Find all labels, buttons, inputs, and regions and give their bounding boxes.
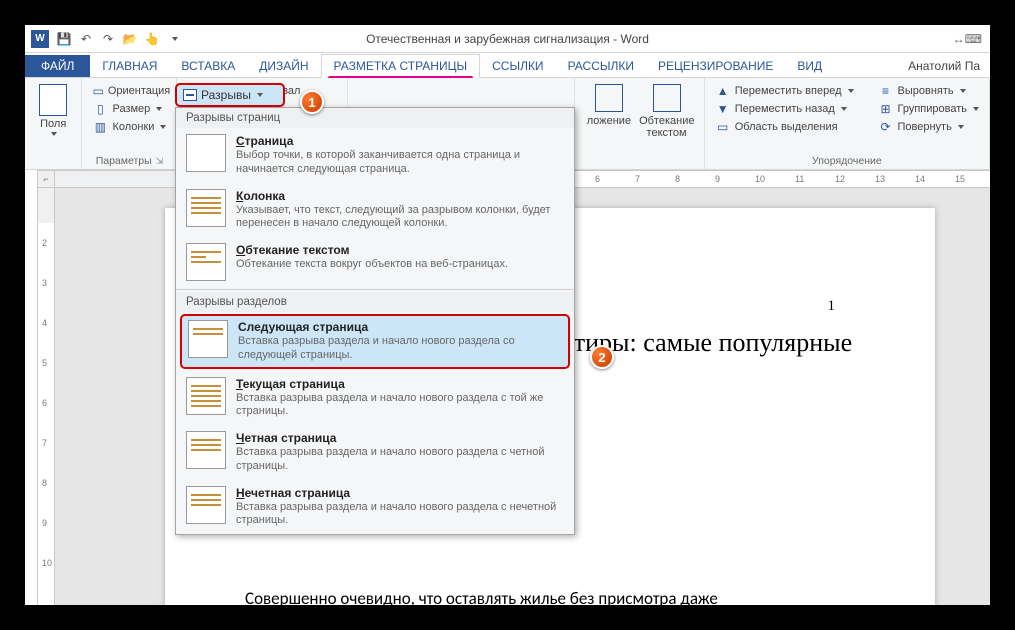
breaks-icon <box>183 89 197 101</box>
selection-pane-icon: ▭ <box>715 119 731 135</box>
group-icon: ⊞ <box>878 101 894 117</box>
send-backward-icon: ▼ <box>715 101 731 117</box>
tab-home[interactable]: ГЛАВНАЯ <box>90 55 169 77</box>
size-icon: ▯ <box>92 101 108 117</box>
selection-pane-button[interactable]: ▭Область выделения <box>713 118 856 136</box>
next-page-icon <box>188 320 228 358</box>
column-break-icon <box>186 189 226 227</box>
continuous-icon <box>186 377 226 415</box>
margins-icon <box>39 84 67 116</box>
dd-item-odd-page[interactable]: Нечетная страницаВставка разрыва раздела… <box>176 480 574 535</box>
open-icon[interactable]: 📂 <box>121 30 139 48</box>
tab-review[interactable]: РЕЦЕНЗИРОВАНИЕ <box>646 55 785 77</box>
align-button[interactable]: ≡Выровнять <box>876 82 982 100</box>
callout-2: 2 <box>590 345 614 369</box>
wrap-text-button[interactable]: Обтекание текстом <box>639 115 694 139</box>
tab-mailings[interactable]: РАССЫЛКИ <box>556 55 646 77</box>
orientation-icon: ▭ <box>92 83 103 99</box>
word-icon: W <box>31 30 49 48</box>
dd-item-textwrap[interactable]: Обтекание текстомОбтекание текста вокруг… <box>176 237 574 287</box>
breaks-label: Разрывы <box>201 88 251 102</box>
bring-forward-button[interactable]: ▲Переместить вперед <box>713 82 856 100</box>
textwrap-break-icon <box>186 243 226 281</box>
page-number: 1 <box>828 298 836 315</box>
body-text: Совершенно очевидно, что оставлять жилье… <box>245 588 855 605</box>
columns-icon: ▥ <box>92 119 108 135</box>
username[interactable]: Анатолий Па <box>898 55 990 77</box>
quick-access-toolbar: 💾 ↶ ↷ 📂 👆 <box>55 30 183 48</box>
odd-page-icon <box>186 486 226 524</box>
size-button[interactable]: ▯Размер <box>90 100 168 118</box>
tab-page-layout[interactable]: РАЗМЕТКА СТРАНИЦЫ <box>321 54 481 78</box>
margins-button[interactable]: Поля <box>33 82 73 138</box>
margins-label: Поля <box>40 118 66 130</box>
page-setup-group-label: Параметры <box>96 155 152 167</box>
redo-icon[interactable]: ↷ <box>99 30 117 48</box>
tab-design[interactable]: ДИЗАЙН <box>247 55 320 77</box>
titlebar: W 💾 ↶ ↷ 📂 👆 Отечественная и зарубежная с… <box>25 25 990 53</box>
keyboard-shortcut-icon: ↔⌨ <box>953 32 982 46</box>
dialog-launcher-icon[interactable]: ⇲ <box>156 156 164 166</box>
chevron-down-icon <box>257 93 263 97</box>
wrap-text-icon <box>653 84 681 112</box>
vertical-ruler[interactable]: 2345678910 <box>37 188 55 605</box>
breaks-dropdown: Разрывы страниц ССтраницатраницаВыбор то… <box>175 107 575 535</box>
save-icon[interactable]: 💾 <box>55 30 73 48</box>
qat-more-icon[interactable] <box>165 30 183 48</box>
bring-forward-icon: ▲ <box>715 83 731 99</box>
dd-section-page-breaks: Разрывы страниц <box>176 108 574 128</box>
rotate-button[interactable]: ⟳Повернуть <box>876 118 982 136</box>
even-page-icon <box>186 431 226 469</box>
columns-button[interactable]: ▥Колонки <box>90 118 168 136</box>
dd-item-even-page[interactable]: Четная страницаВставка разрыва раздела и… <box>176 425 574 480</box>
tab-references[interactable]: ССЫЛКИ <box>480 55 555 77</box>
position-icon <box>595 84 623 112</box>
tab-file[interactable]: ФАЙЛ <box>25 55 90 77</box>
dd-section-section-breaks: Разрывы разделов <box>176 292 574 312</box>
group-button[interactable]: ⊞Группировать <box>876 100 982 118</box>
orientation-button[interactable]: ▭Ориентация <box>90 82 168 100</box>
page-break-icon <box>186 134 226 172</box>
breaks-button[interactable]: Разрывы <box>175 83 285 107</box>
position-button[interactable]: ложение <box>587 115 631 127</box>
tab-view[interactable]: ВИД <box>785 55 834 77</box>
ribbon-tabs: ФАЙЛ ГЛАВНАЯ ВСТАВКА ДИЗАЙН РАЗМЕТКА СТР… <box>25 53 990 78</box>
undo-icon[interactable]: ↶ <box>77 30 95 48</box>
rotate-icon: ⟳ <box>878 119 894 135</box>
dd-item-column[interactable]: КолонкаУказывает, что текст, следующий з… <box>176 183 574 238</box>
dd-item-page[interactable]: ССтраницатраницаВыбор точки, в которой з… <box>176 128 574 183</box>
send-backward-button[interactable]: ▼Переместить назад <box>713 100 856 118</box>
callout-1: 1 <box>300 90 324 114</box>
ruler-corner: ⌐ <box>37 170 55 188</box>
dd-item-next-page[interactable]: Следующая страницаВставка разрыва раздел… <box>180 314 570 369</box>
dd-item-continuous[interactable]: Текущая страницаВставка разрыва раздела … <box>176 371 574 426</box>
arrange-group-label: Упорядочение <box>713 153 981 167</box>
align-icon: ≡ <box>878 83 894 99</box>
tab-insert[interactable]: ВСТАВКА <box>169 55 247 77</box>
touch-icon[interactable]: 👆 <box>143 30 161 48</box>
